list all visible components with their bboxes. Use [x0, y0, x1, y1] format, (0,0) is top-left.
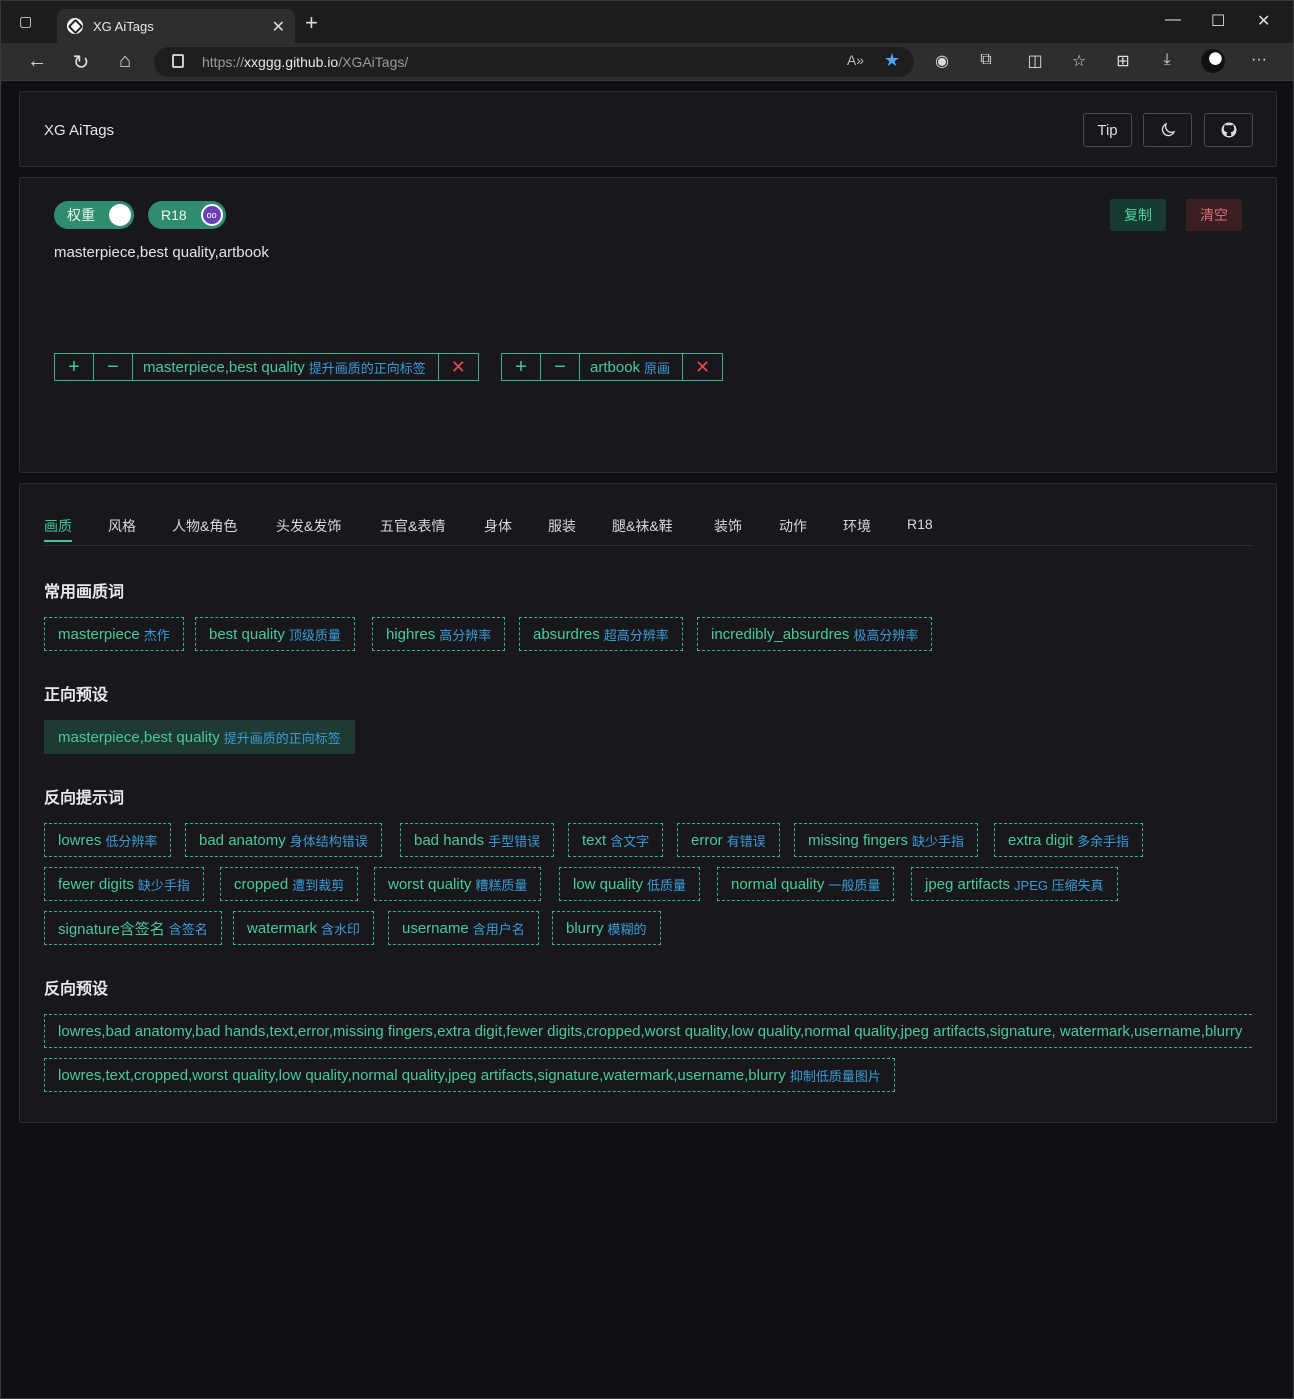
tag-button[interactable]: signature含签名 含签名: [44, 911, 222, 945]
tab-face[interactable]: 五官&表情: [380, 516, 445, 536]
close-window-icon[interactable]: ✕: [1257, 11, 1270, 31]
tag-button[interactable]: highres 高分辨率: [372, 617, 506, 651]
tag-button-selected[interactable]: masterpiece,best quality 提升画质的正向标签: [44, 720, 355, 754]
tag-button[interactable]: low quality 低质量: [559, 867, 701, 901]
tab-clothing[interactable]: 服装: [548, 516, 576, 536]
tag-button[interactable]: bad hands 手型错误: [400, 823, 555, 857]
category-tabs: 画质 风格 人物&角色 头发&发饰 五官&表情 身体 服装 腿&袜&鞋 装饰 动…: [44, 514, 1252, 546]
maximize-icon[interactable]: ☐: [1211, 11, 1225, 31]
tab-legs[interactable]: 腿&袜&鞋: [612, 516, 673, 536]
tag-button[interactable]: cropped 遭到裁剪: [220, 867, 359, 901]
tab-quality[interactable]: 画质: [44, 516, 72, 542]
chip-label[interactable]: masterpiece,best quality 提升画质的正向标签: [133, 354, 439, 380]
url-text[interactable]: https://xxggg.github.io/XGAiTags/: [202, 54, 408, 70]
extensions-puzzle-icon[interactable]: ⧉: [973, 51, 999, 69]
tab-actions-icon[interactable]: ▢: [19, 13, 47, 37]
github-icon: [1221, 122, 1236, 138]
tag-button[interactable]: best quality 顶级质量: [195, 617, 355, 651]
downloads-icon[interactable]: ⤓: [1154, 51, 1180, 69]
profile-avatar[interactable]: [1201, 49, 1225, 73]
tab-actions[interactable]: 动作: [779, 516, 807, 536]
favorite-star-icon[interactable]: ★: [884, 50, 900, 71]
tag-button[interactable]: masterpiece 杰作: [44, 617, 184, 651]
remove-chip-icon[interactable]: ✕: [439, 354, 478, 380]
section-title: 反向预设: [44, 981, 109, 998]
site-brand[interactable]: XG AiTags: [44, 122, 114, 139]
dark-mode-button[interactable]: [1143, 113, 1192, 147]
copy-button[interactable]: 复制: [1110, 199, 1166, 231]
favorites-icon[interactable]: ☆: [1066, 51, 1092, 71]
browser-window: ▢ XG AiTags ✕ + — ☐ ✕ ← ↻ ⌂ https://xxgg…: [0, 0, 1294, 1399]
remove-chip-icon[interactable]: ✕: [683, 354, 722, 380]
minimize-icon[interactable]: —: [1165, 11, 1181, 29]
read-aloud-icon[interactable]: A»: [847, 52, 864, 68]
decrease-weight-icon[interactable]: −: [541, 354, 580, 380]
github-button[interactable]: [1204, 113, 1253, 147]
weight-toggle[interactable]: 权重: [54, 201, 134, 229]
site-header: XG AiTags Tip: [19, 91, 1277, 167]
tag-button[interactable]: extra digit 多余手指: [994, 823, 1144, 857]
clear-button[interactable]: 清空: [1186, 199, 1242, 231]
tab-body[interactable]: 身体: [484, 516, 512, 536]
browser-tab[interactable]: XG AiTags ✕: [57, 9, 295, 43]
section-title: 常用画质词: [44, 584, 125, 601]
section-title: 反向提示词: [44, 790, 125, 807]
back-icon[interactable]: ←: [23, 50, 51, 73]
tag-button[interactable]: text 含文字: [568, 823, 664, 857]
tab-style[interactable]: 风格: [108, 516, 136, 536]
refresh-icon[interactable]: ↻: [67, 50, 95, 75]
owl-knob-icon: oo: [200, 204, 223, 226]
collections-icon[interactable]: ⊞: [1110, 51, 1136, 71]
selected-tag-chip: + − masterpiece,best quality 提升画质的正向标签 ✕: [54, 353, 479, 381]
moon-icon: [1161, 122, 1175, 137]
close-tab-icon[interactable]: ✕: [272, 17, 285, 37]
address-bar[interactable]: https://xxggg.github.io/XGAiTags/ A» ★: [154, 47, 914, 77]
tag-button[interactable]: jpeg artifacts JPEG 压缩失真: [911, 867, 1118, 901]
tag-button[interactable]: bad anatomy 身体结构错误: [185, 823, 382, 857]
increase-weight-icon[interactable]: +: [502, 354, 541, 380]
split-screen-icon[interactable]: ◫: [1022, 51, 1048, 71]
tag-button[interactable]: blurry 模糊的: [552, 911, 661, 945]
more-menu-icon[interactable]: ···: [1246, 51, 1272, 69]
tag-button[interactable]: lowres,text,cropped,worst quality,low qu…: [44, 1058, 895, 1092]
tag-button[interactable]: missing fingers 缺少手指: [794, 823, 979, 857]
tag-favicon-icon: [67, 18, 83, 34]
chip-label[interactable]: artbook 原画: [580, 354, 684, 380]
r18-toggle-label: R18: [161, 207, 187, 223]
tab-accessories[interactable]: 装饰: [714, 516, 742, 536]
tab-environment[interactable]: 环境: [843, 516, 871, 536]
extension-owl-icon[interactable]: ◉: [929, 51, 955, 71]
home-icon[interactable]: ⌂: [111, 50, 139, 73]
toggle-knob: [109, 204, 131, 226]
weight-toggle-label: 权重: [67, 207, 95, 223]
tag-button[interactable]: lowres,bad anatomy,bad hands,text,error,…: [44, 1014, 1252, 1048]
tag-button[interactable]: watermark 含水印: [233, 911, 375, 945]
tag-button[interactable]: username 含用户名: [388, 911, 539, 945]
tab-hair[interactable]: 头发&发饰: [276, 516, 341, 536]
tag-button[interactable]: normal quality 一般质量: [717, 867, 895, 901]
lock-icon: [172, 54, 184, 68]
section-title: 正向预设: [44, 687, 109, 704]
tag-button[interactable]: error 有错误: [677, 823, 780, 857]
address-toolbar: ← ↻ ⌂ https://xxggg.github.io/XGAiTags/ …: [1, 43, 1293, 81]
tag-button[interactable]: fewer digits 缺少手指: [44, 867, 204, 901]
tab-title: XG AiTags: [93, 18, 154, 34]
prompt-editor: 权重 R18 oo 复制 清空 masterpiece,best quality…: [19, 177, 1277, 473]
decrease-weight-icon[interactable]: −: [94, 354, 133, 380]
prompt-textarea[interactable]: masterpiece,best quality,artbook: [54, 244, 269, 261]
selected-tag-chip: + − artbook 原画 ✕: [501, 353, 724, 381]
page-content: XG AiTags Tip 权重 R18 oo 复制 清空 masterpiec…: [9, 82, 1287, 1392]
tag-button[interactable]: incredibly_absurdres 极高分辨率: [697, 617, 933, 651]
new-tab-icon[interactable]: +: [305, 12, 318, 34]
increase-weight-icon[interactable]: +: [55, 354, 94, 380]
tag-button[interactable]: worst quality 糟糕质量: [374, 867, 542, 901]
tip-button[interactable]: Tip: [1083, 113, 1132, 147]
tab-r18[interactable]: R18: [907, 516, 933, 532]
tag-library: 画质 风格 人物&角色 头发&发饰 五官&表情 身体 服装 腿&袜&鞋 装饰 动…: [19, 483, 1277, 1123]
tab-character[interactable]: 人物&角色: [172, 516, 237, 536]
r18-toggle[interactable]: R18 oo: [148, 201, 226, 229]
tag-button[interactable]: lowres 低分辨率: [44, 823, 172, 857]
title-bar: ▢ XG AiTags ✕ + — ☐ ✕: [1, 1, 1293, 43]
tag-button[interactable]: absurdres 超高分辨率: [519, 617, 683, 651]
